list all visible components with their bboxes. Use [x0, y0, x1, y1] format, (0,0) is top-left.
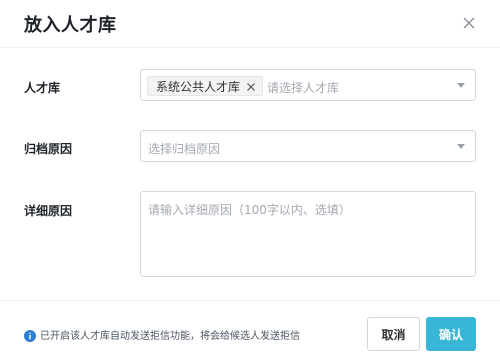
selected-pool-tag-label: 系统公共人才库 — [156, 79, 241, 94]
detail-reason-label: 详细原因 — [24, 204, 73, 218]
talent-pool-placeholder: 请选择人才库 — [267, 81, 340, 95]
talent-pool-label: 人才库 — [24, 81, 61, 95]
info-icon — [24, 327, 36, 342]
talent-pool-select[interactable]: 系统公共人才库 请选择人才库 — [140, 69, 476, 101]
chevron-down-icon — [457, 83, 465, 88]
archive-reason-placeholder: 选择归档原因 — [148, 142, 221, 156]
talent-pool-dialog: 放入人才库 人才库 系统公共人才库 请选择人才库 归档原因 选择归档原因 详细原… — [0, 0, 500, 361]
detail-reason-placeholder: 请输入详细原因（100字以内、选填） — [148, 203, 351, 217]
dialog-title: 放入人才库 — [24, 15, 117, 36]
chevron-down-icon — [457, 144, 465, 149]
dialog-header: 放入人才库 — [0, 0, 500, 48]
tag-remove-icon[interactable] — [246, 81, 256, 91]
archive-reason-select[interactable]: 选择归档原因 — [140, 130, 476, 162]
confirm-button[interactable]: 确认 — [426, 317, 476, 351]
archive-reason-label: 归档原因 — [24, 142, 73, 156]
detail-reason-textarea[interactable]: 请输入详细原因（100字以内、选填） — [140, 191, 476, 277]
selected-pool-tag: 系统公共人才库 — [147, 76, 264, 96]
dialog-footer: 已开启该人才库自动发送拒信功能，将会给候选人发送拒信 取消 确认 — [0, 300, 500, 361]
auto-reject-info-text: 已开启该人才库自动发送拒信功能，将会给候选人发送拒信 — [40, 331, 300, 342]
close-icon[interactable] — [460, 14, 478, 32]
cancel-button[interactable]: 取消 — [367, 317, 420, 351]
